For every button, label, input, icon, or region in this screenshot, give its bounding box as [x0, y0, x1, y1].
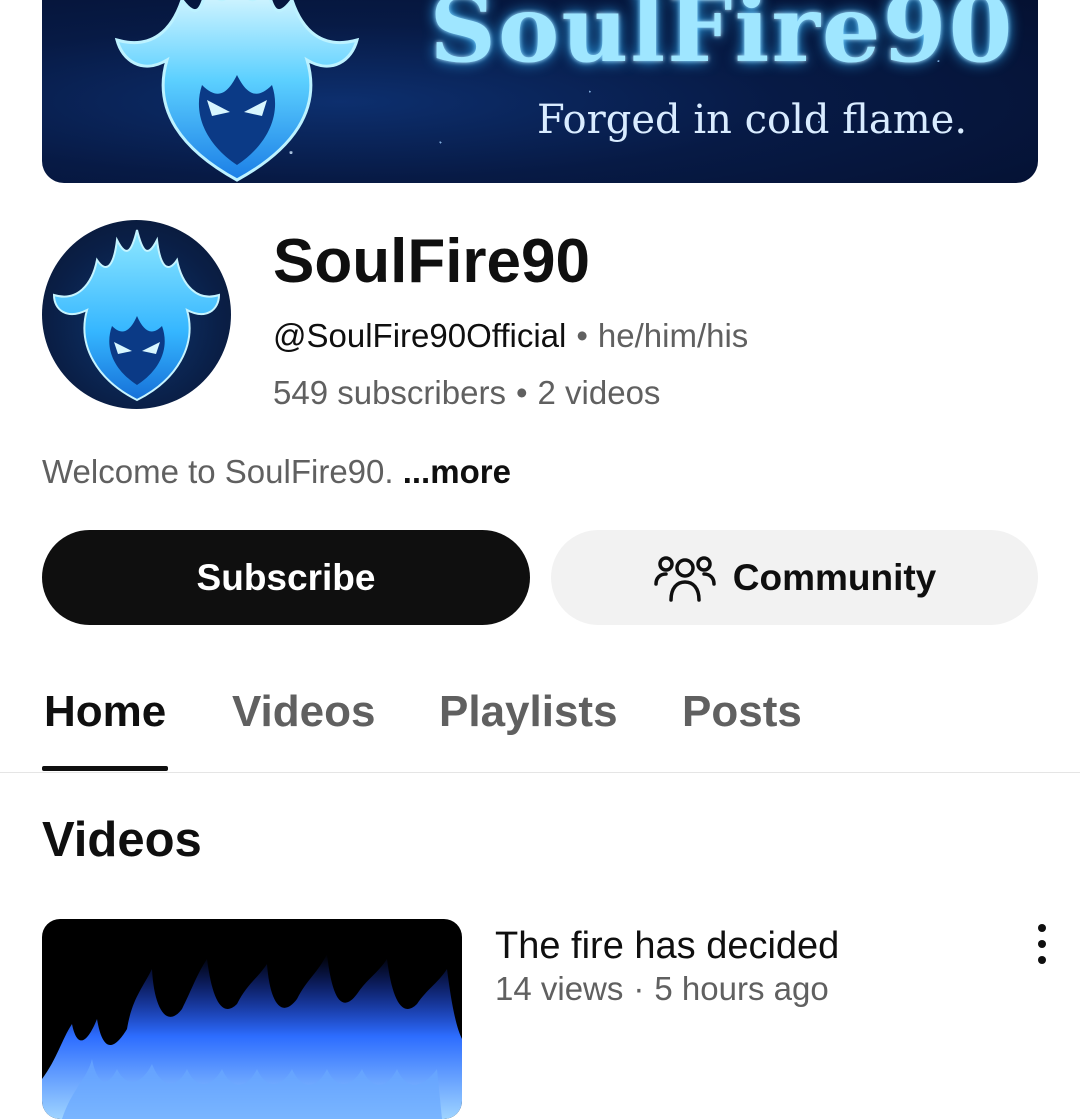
- tab-playlists[interactable]: Playlists: [439, 686, 618, 738]
- banner-tagline: Forged in cold flame.: [536, 97, 968, 143]
- community-label: Community: [732, 556, 937, 598]
- channel-tabs: Home Videos Playlists Posts: [0, 680, 1080, 773]
- subscribe-label: Subscribe: [196, 556, 376, 598]
- channel-handle-line: @SoulFire90Official • he/him/his: [273, 316, 748, 356]
- video-thumbnail[interactable]: [42, 919, 462, 1119]
- separator-dot: ·: [633, 970, 645, 1007]
- channel-name: SoulFire90: [273, 227, 590, 296]
- channel-pronouns: he/him/his: [597, 317, 749, 354]
- video-count: 2 videos: [537, 374, 661, 411]
- tab-posts[interactable]: Posts: [682, 686, 802, 738]
- blue-flames-image: [42, 954, 462, 1119]
- channel-stats-line: 549 subscribers • 2 videos: [273, 373, 660, 413]
- separator-dot: •: [515, 374, 528, 411]
- more-vert-icon[interactable]: [1030, 924, 1054, 964]
- channel-avatar[interactable]: [42, 220, 231, 409]
- more-link[interactable]: ...more: [403, 453, 511, 490]
- flame-emblem-icon: [114, 0, 360, 182]
- flame-avatar-icon: [52, 229, 221, 402]
- community-people-icon: [654, 555, 716, 602]
- channel-banner: SoulFire90 Forged in cold flame.: [42, 0, 1038, 183]
- tab-home[interactable]: Home: [44, 686, 166, 738]
- community-button[interactable]: Community: [551, 530, 1038, 625]
- active-tab-indicator: [42, 766, 168, 771]
- separator-dot: •: [576, 317, 588, 354]
- video-age: 5 hours ago: [654, 970, 829, 1007]
- video-title[interactable]: The fire has decided: [495, 924, 839, 968]
- description-text: Welcome to SoulFire90.: [42, 453, 394, 490]
- channel-description[interactable]: Welcome to SoulFire90. ...more: [42, 452, 511, 492]
- section-title: Videos: [42, 813, 202, 867]
- channel-handle: @SoulFire90Official: [273, 317, 567, 354]
- tab-videos[interactable]: Videos: [232, 686, 375, 738]
- subscribe-button[interactable]: Subscribe: [42, 530, 530, 625]
- banner-title: SoulFire90: [429, 0, 1015, 83]
- video-meta: 14 views · 5 hours ago: [495, 969, 829, 1009]
- subscriber-count: 549 subscribers: [273, 374, 506, 411]
- video-views: 14 views: [495, 970, 624, 1007]
